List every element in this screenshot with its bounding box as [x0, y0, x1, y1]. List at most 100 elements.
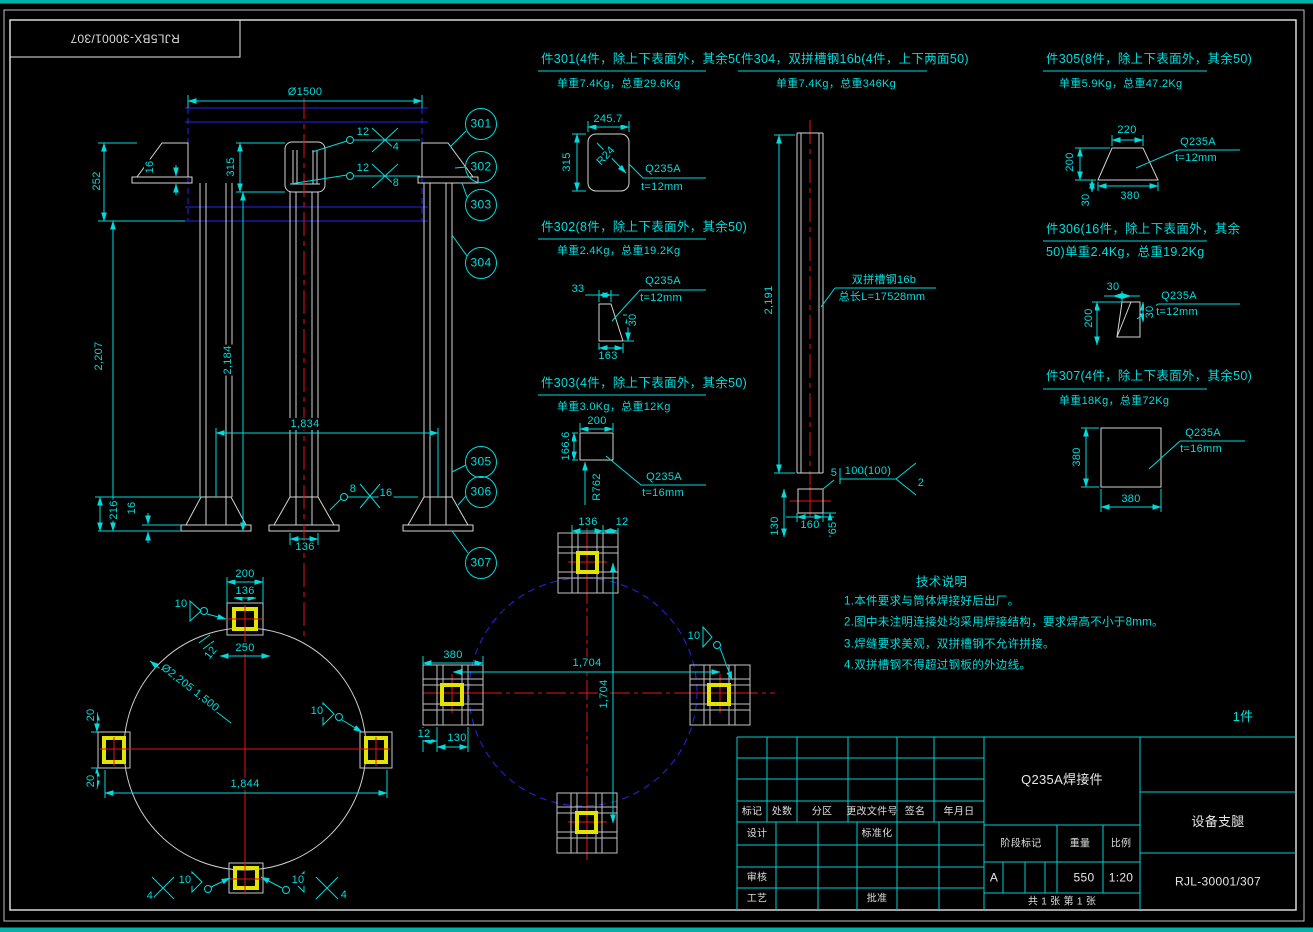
tb-stage-value: A	[989, 871, 999, 884]
corner-drawing-code: RJL5BX-30001/307	[69, 31, 181, 44]
dim-16-bottom: 16	[126, 501, 138, 516]
tb-process: 工艺	[746, 894, 769, 905]
planm-dim-1704-h: 1,704	[571, 657, 602, 669]
part307-thickness: t=16mm	[1179, 443, 1223, 455]
planl-dim-1844: 1,844	[229, 778, 260, 790]
part301-material: Q235A	[644, 163, 682, 175]
tb-stage-label: 阶段标记	[999, 839, 1042, 850]
part304-weld-length: 100(100)	[844, 465, 892, 477]
part302-material: Q235A	[644, 275, 682, 287]
dim-216: 216	[108, 499, 120, 520]
part305-dim-top: 220	[1116, 124, 1137, 136]
planm-dim-136: 136	[577, 516, 598, 528]
planl-weld-br-num: 4	[340, 889, 348, 901]
planm-dim-380: 380	[442, 649, 463, 661]
part305-weight: 单重5.9Kg，总重47.2Kg	[1058, 78, 1183, 90]
dim-2184: 2,184	[222, 344, 234, 375]
part301-title: 件301(4件，除上下表面外，其余50)	[540, 53, 748, 67]
dim-252: 252	[91, 170, 103, 191]
sheet-quantity: 1件	[1232, 710, 1255, 724]
part304-label-channel: 双拼槽钢16b	[851, 274, 917, 286]
part303-material: Q235A	[645, 471, 683, 483]
dim-2207: 2,207	[93, 340, 105, 371]
part306-thickness: t=12mm	[1155, 306, 1199, 318]
part307-dim-height: 380	[1071, 446, 1083, 467]
part301-dim-height: 315	[561, 151, 573, 172]
dim-16-top: 16	[144, 160, 156, 175]
part307-material: Q235A	[1184, 427, 1222, 439]
note-1: 1.本件要求与筒体焊接好后出厂。	[843, 596, 1020, 609]
planm-dim-130: 130	[446, 732, 467, 744]
part306-dim-height: 200	[1083, 307, 1095, 328]
plan-left	[91, 577, 392, 899]
part303-thickness: t=16mm	[641, 487, 685, 499]
part303-radius: R762	[591, 472, 603, 502]
tb-rev-date: 年月日	[943, 807, 976, 818]
tb-rev-zone: 分区	[811, 807, 834, 818]
balloon-306: 306	[470, 485, 493, 498]
part305-title: 件305(8件，除上下表面外，其余50)	[1045, 53, 1253, 67]
weld3-size: 8	[349, 483, 357, 495]
tb-check: 审核	[746, 873, 769, 884]
tb-rev-sign: 签名	[904, 807, 927, 818]
part305-dim-height: 200	[1064, 151, 1076, 172]
planl-weld-top: 10	[174, 598, 189, 610]
note-4: 4.双拼槽钢不得超过钢板的外边线。	[843, 660, 1032, 673]
part302-dim-top: 33	[571, 283, 586, 295]
part305-material: Q235A	[1179, 136, 1217, 148]
balloon-302: 302	[470, 160, 493, 173]
dim-315: 315	[225, 156, 237, 177]
part304-title: 件304，双拼槽钢16b(4件，上下两面50)	[740, 53, 970, 67]
tb-scale-value: 1:20	[1108, 871, 1135, 884]
part301-weight: 单重7.4Kg，总重29.6Kg	[556, 78, 681, 90]
planl-weld-bl-num: 4	[146, 890, 154, 902]
part301-thickness: t=12mm	[640, 181, 684, 193]
part303-dim-width: 200	[586, 415, 607, 427]
planl-dim-20a: 20	[85, 708, 97, 723]
planm-dim-1704-v: 1,704	[598, 678, 610, 709]
part305-dim-base: 380	[1119, 190, 1140, 202]
balloon-303: 303	[470, 198, 493, 211]
part304-dim-65: 65	[827, 521, 839, 536]
tb-product-name: 设备支腿	[1190, 815, 1245, 829]
planl-weld-bl-size: 10	[178, 874, 193, 886]
balloons	[450, 109, 497, 579]
note-3: 3.焊缝要求美观，双拼槽钢不允许拼接。	[843, 639, 1056, 652]
part304-weld-size: 5	[830, 467, 838, 479]
planl-weld-right: 10	[310, 705, 325, 717]
part304-label-totallen: 总长L=17528mm	[838, 291, 927, 303]
part307-title: 件307(4件，除上下表面外，其余50)	[1045, 370, 1253, 384]
notes-title: 技术说明	[915, 576, 968, 590]
tb-part-name: Q235A焊接件	[1020, 773, 1104, 787]
planl-dim-20b: 20	[85, 774, 97, 789]
part303-dim-height: 166.6	[560, 430, 572, 461]
weld1-size: 12	[356, 126, 371, 138]
part307-dim-width: 380	[1120, 493, 1141, 505]
planl-dim-250: 250	[234, 642, 255, 654]
weld3-num: 16	[379, 487, 394, 499]
balloon-307: 307	[470, 556, 493, 569]
part306-dim-top: 30	[1106, 281, 1121, 293]
part302-weight: 单重2.4Kg，总重19.2Kg	[556, 245, 681, 257]
part304-dim-160: 160	[799, 519, 820, 531]
dim-phi1500: Ø1500	[287, 86, 324, 98]
tb-sheet-info: 共 1 张 第 1 张	[1027, 897, 1097, 908]
weld2-size: 12	[356, 162, 371, 174]
tb-rev-docno: 更改文件号	[845, 807, 899, 818]
tb-design: 设计	[746, 829, 769, 840]
cad-sheet[interactable]: RJL5BX-30001/307 1件 Ø1500 252 16 315 2,2…	[0, 0, 1313, 932]
tb-approve: 批准	[866, 894, 889, 905]
tb-weight-label: 重量	[1069, 839, 1092, 850]
planl-weld-br-size: 10	[291, 874, 306, 886]
tb-rev-count: 处数	[771, 807, 794, 818]
elevation-shell-lines	[185, 108, 428, 221]
part301-dim-width: 245.7	[592, 113, 623, 125]
tb-scale-label: 比例	[1110, 839, 1133, 850]
planm-weld-size: 10	[687, 630, 702, 642]
elevation-geometry	[132, 142, 478, 531]
note-2: 2.图中未注明连接处均采用焊接结构，要求焊高不小于8mm。	[843, 617, 1165, 630]
part303-title: 件303(4件，除上下表面外，其余50)	[540, 377, 748, 391]
part306-title-line2: 50)单重2.4Kg，总重19.2Kg	[1045, 246, 1206, 260]
dim-136: 136	[294, 541, 315, 553]
tb-weight-value: 550	[1073, 871, 1096, 884]
